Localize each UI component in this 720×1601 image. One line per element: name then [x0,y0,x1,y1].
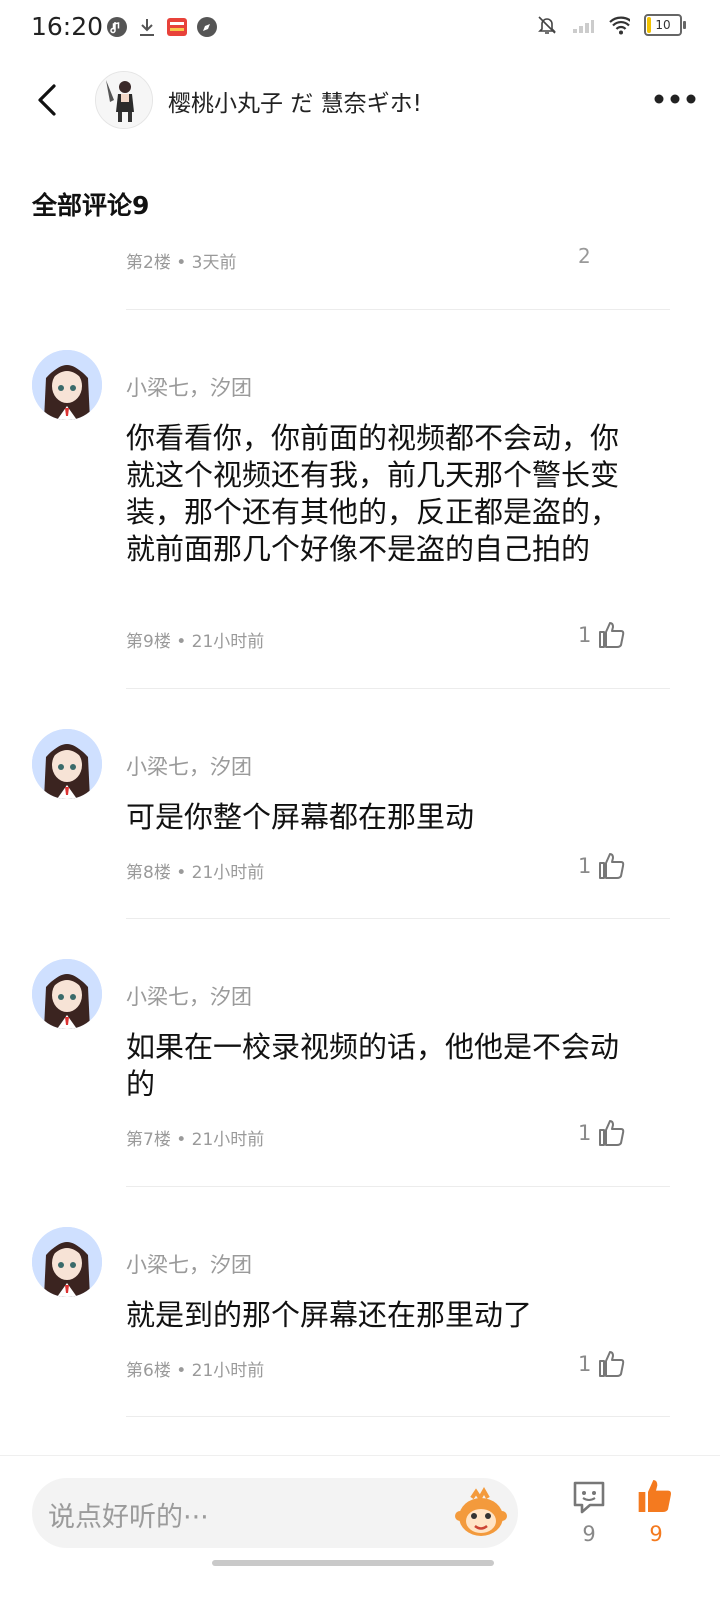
commenter-avatar[interactable] [32,729,102,799]
divider [126,1186,670,1187]
comments-section-title: 全部评论9 [32,191,150,220]
status-notification-icons [106,16,218,38]
comment-count: 9 [582,1522,596,1546]
partial-comment-meta: 第2楼 • 3天前 [126,253,237,273]
comment-author[interactable]: 小梁七，汐团 [126,1249,252,1279]
partial-comment-row: 第2楼 • 3天前 2 [0,238,720,274]
signal-icon [572,14,594,36]
comment-text: 你看看你，你前面的视频都不会动，你就这个视频还有我，前几天那个警长变装，那个还有… [126,421,620,566]
author-name[interactable]: 樱桃小丸子 だ 慧奈ギホ! [168,84,422,118]
like-button[interactable]: 1 [578,620,627,650]
like-count: 1 [578,1121,592,1145]
partial-comment-like[interactable]: 2 [578,244,591,268]
anime-girl-avatar [32,729,102,799]
wifi-icon [608,14,630,36]
anime-girl-avatar [32,1227,102,1297]
bottom-comment-bar: 说点好听的··· 9 9 [0,1455,720,1601]
post-like-button[interactable]: 9 [634,1476,678,1546]
comment-meta: 第9楼 • 21小时前 [126,632,265,652]
thumbs-up-icon [599,1351,625,1377]
comment-text: 就是到的那个屏幕还在那里动了 [126,1298,533,1332]
thumbs-up-icon [599,1120,625,1146]
like-button[interactable]: 1 [578,1118,627,1148]
like-count: 1 [578,854,592,878]
battery-indicator: 10 [644,14,686,36]
home-indicator[interactable] [212,1560,494,1566]
author-avatar-figure [96,72,152,128]
back-button[interactable] [26,78,70,122]
status-time: 16:20 [31,12,104,41]
comment-input[interactable]: 说点好听的··· [32,1478,518,1548]
like-count: 1 [578,1352,592,1376]
comments-button[interactable]: 9 [568,1478,610,1546]
comment-text: 如果在一校录视频的话，他他是不会动的 [126,1030,620,1101]
status-system-icons: 10 [536,14,686,36]
comment-meta: 第7楼 • 21小时前 [126,1130,265,1150]
comment-meta: 第6楼 • 21小时前 [126,1361,265,1381]
divider [126,688,670,689]
header-bar: 樱桃小丸子 だ 慧奈ギホ! [0,58,720,144]
comment-bubble-icon [573,1481,605,1514]
post-like-count: 9 [649,1522,663,1546]
partial-like-count: 2 [578,244,591,268]
thumbs-up-icon [599,853,625,879]
comment-input-placeholder: 说点好听的··· [48,1502,209,1533]
anime-girl-avatar [32,959,102,1029]
download-icon [136,16,158,38]
like-button[interactable]: 1 [578,851,627,881]
comment-text: 可是你整个屏幕都在那里动 [126,800,475,834]
battery-level: 10 [655,18,671,32]
comment-author[interactable]: 小梁七，汐团 [126,981,252,1011]
thumbs-up-icon [599,622,625,648]
author-avatar[interactable] [95,71,153,129]
music-app-icon [106,16,128,38]
toutiao-app-icon [166,16,188,38]
comment-author[interactable]: 小梁七，汐团 [126,751,252,781]
more-options-button[interactable] [652,82,698,116]
more-dots-icon [654,94,696,104]
status-bar: 16:20 10 [0,0,720,56]
anime-girl-avatar [32,350,102,420]
compass-app-icon [196,16,218,38]
divider [126,918,670,919]
comment-author[interactable]: 小梁七，汐团 [126,372,252,402]
mute-bell-icon [536,14,558,36]
monkey-emoji-icon [455,1486,507,1536]
divider [126,309,670,310]
thumbs-up-filled-icon [638,1480,671,1512]
back-arrow-icon [38,84,56,116]
like-button[interactable]: 1 [578,1349,627,1379]
comment-meta: 第8楼 • 21小时前 [126,863,265,883]
divider [126,1416,670,1417]
like-count: 1 [578,623,592,647]
commenter-avatar[interactable] [32,1227,102,1297]
emoji-button[interactable] [452,1484,510,1542]
commenter-avatar[interactable] [32,350,102,420]
commenter-avatar[interactable] [32,959,102,1029]
